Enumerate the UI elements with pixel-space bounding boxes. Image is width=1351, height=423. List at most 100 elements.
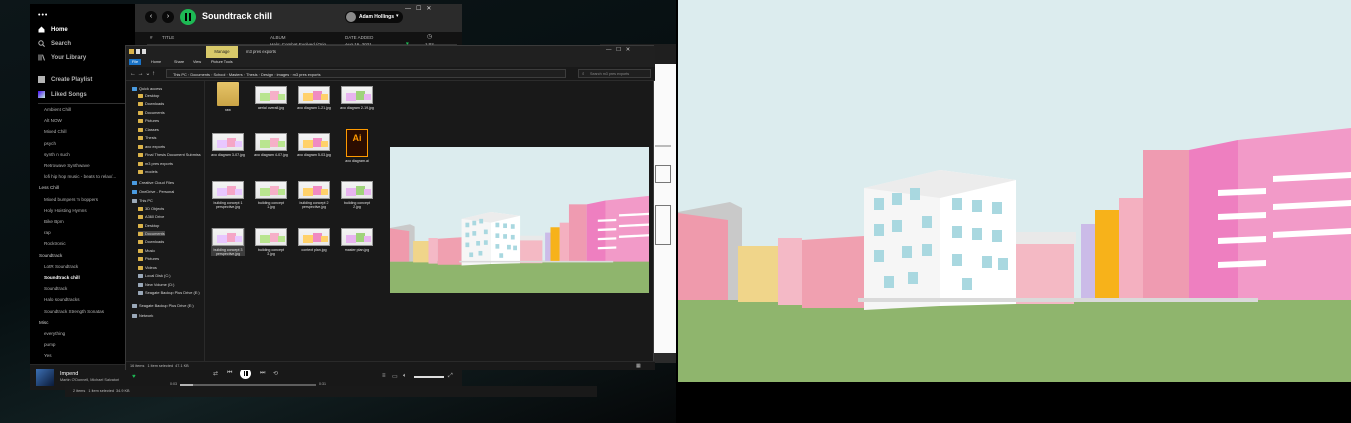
- nav-item[interactable]: Downloads: [138, 101, 164, 106]
- previous-icon[interactable]: ⏮: [227, 370, 232, 377]
- window-controls[interactable]: — ☐ ✕: [405, 5, 431, 12]
- playlist-item[interactable]: Halo soundtracks: [44, 297, 80, 302]
- playlist-item[interactable]: Soundtrack: [44, 286, 67, 291]
- nav-item[interactable]: Seagate Backup Plus Drive (E:): [138, 290, 200, 295]
- playlist-item[interactable]: rap: [44, 230, 51, 235]
- file-item[interactable]: context plan.jpg: [297, 228, 331, 252]
- ribbon-tab[interactable]: Home: [148, 59, 164, 65]
- nav-arrows[interactable]: ← → ⌄ ↑: [130, 70, 155, 77]
- breadcrumb-item[interactable]: This PC: [173, 72, 187, 77]
- playlist-item[interactable]: Soundtrack Strength Sonatas: [44, 309, 104, 314]
- quick-access-toolbar[interactable]: [129, 49, 153, 55]
- ribbon-tab[interactable]: File: [129, 59, 142, 65]
- back-button[interactable]: ‹: [145, 11, 157, 23]
- nav-item[interactable]: Classes: [138, 127, 159, 132]
- breadcrumb-item[interactable]: School: [213, 72, 225, 77]
- nav-item[interactable]: m3 pres exports: [138, 161, 173, 166]
- search-input[interactable]: ⌕ Search m3 pres exports: [578, 69, 651, 78]
- playlist-item[interactable]: Retrowave Synthwave: [44, 163, 90, 168]
- playlist-item[interactable]: psych: [44, 141, 56, 146]
- nav-library[interactable]: Your Library: [38, 54, 86, 61]
- playlist-item[interactable]: Rocktronic: [44, 241, 66, 246]
- user-menu[interactable]: Adam Hollings ▾: [345, 11, 403, 23]
- window-controls[interactable]: — ☐ ✕: [606, 47, 630, 53]
- breadcrumb-item[interactable]: m3 pres exports: [293, 72, 321, 77]
- now-playing-artist[interactable]: Martin O'Donnell, Michael Salvatori: [60, 378, 119, 382]
- nav-item[interactable]: This PC: [132, 198, 153, 203]
- file-item[interactable]: axo diagram 3-07.jpg: [211, 133, 245, 157]
- breadcrumb-item[interactable]: Design: [261, 72, 273, 77]
- file-item[interactable]: aerial overall.jpg: [254, 86, 288, 110]
- nav-item[interactable]: axo exports: [138, 144, 165, 149]
- devices-icon[interactable]: ▭: [392, 373, 398, 380]
- playlist-item[interactable]: pump: [44, 342, 56, 347]
- file-item[interactable]: building concept 1 perspective.jpg: [211, 181, 245, 209]
- playlist-item[interactable]: lofi hip hop music - beats to relax/...: [44, 174, 116, 179]
- volume-icon[interactable]: 🔈︎: [403, 373, 407, 380]
- nav-item[interactable]: A360 Drive: [138, 214, 164, 219]
- pause-button[interactable]: [180, 9, 196, 25]
- nav-item[interactable]: Pictures: [138, 256, 159, 261]
- playlist-item[interactable]: Alt NOW: [44, 118, 62, 123]
- breadcrumb-item[interactable]: Masters: [229, 72, 243, 77]
- playlist-folder[interactable]: Misc: [39, 320, 48, 325]
- file-item[interactable]: building concept 3.jpg: [254, 228, 288, 256]
- file-item[interactable]: building concept 3 perspective.jpg: [211, 228, 245, 257]
- nav-item[interactable]: 3D Objects: [138, 206, 164, 211]
- playlist-item[interactable]: Soundtrack chill: [44, 275, 80, 280]
- playlist-item[interactable]: Mixed bumpers 'n boppers: [44, 197, 98, 202]
- playlist-folder[interactable]: Less Chill: [39, 185, 59, 190]
- file-item[interactable]: raw: [211, 82, 245, 112]
- more-icon[interactable]: •••: [38, 12, 48, 19]
- heart-icon[interactable]: ♥: [132, 374, 136, 380]
- nav-item[interactable]: Seagate Backup Plus Drive (E:): [132, 303, 194, 308]
- now-playing-title[interactable]: Impend: [60, 371, 78, 377]
- fullscreen-icon[interactable]: ⤢: [448, 373, 453, 380]
- liked-songs[interactable]: Liked Songs: [38, 91, 87, 98]
- address-bar[interactable]: This PC › Documents › School › Masters ›…: [166, 69, 566, 78]
- nav-item[interactable]: Creative Cloud Files: [132, 180, 174, 185]
- create-playlist[interactable]: Create Playlist: [38, 76, 92, 83]
- nav-item[interactable]: Thesis: [138, 135, 156, 140]
- nav-item[interactable]: Documents: [138, 110, 165, 115]
- nav-item[interactable]: Quick access: [132, 86, 162, 91]
- shuffle-icon[interactable]: ⇄: [213, 370, 218, 377]
- nav-item[interactable]: Documents: [138, 231, 165, 236]
- nav-item[interactable]: Music: [138, 248, 155, 253]
- nav-item[interactable]: Final Thesis Document Submiss: [138, 152, 201, 157]
- playlist-item[interactable]: Bike Bpm: [44, 219, 64, 224]
- nav-item[interactable]: Local Disk (C:): [138, 273, 171, 278]
- queue-icon[interactable]: ≡: [382, 373, 386, 379]
- playlist-item[interactable]: Ambient Chill: [44, 107, 71, 112]
- playlist-item[interactable]: Mixed Chill: [44, 129, 66, 134]
- repeat-icon[interactable]: ⟲: [273, 370, 278, 377]
- ribbon-tab[interactable]: View: [190, 59, 204, 65]
- breadcrumb-item[interactable]: images: [277, 72, 290, 77]
- nav-item[interactable]: New Volume (D:): [138, 282, 174, 287]
- playlist-item[interactable]: synth n such: [44, 152, 70, 157]
- nav-item[interactable]: Videos: [138, 265, 157, 270]
- nav-item[interactable]: Downloads: [138, 239, 164, 244]
- file-item[interactable]: building concept 1.jpg: [254, 181, 288, 209]
- playlist-item[interactable]: Yes: [44, 353, 52, 358]
- file-item[interactable]: axo diagram 1-21.jpg: [297, 86, 331, 110]
- breadcrumb-item[interactable]: Thesis: [246, 72, 257, 77]
- manage-tab[interactable]: Manage: [206, 46, 238, 58]
- playlist-item[interactable]: everything: [44, 331, 65, 336]
- file-item[interactable]: building concept 2.jpg: [340, 181, 374, 209]
- nav-item[interactable]: Pictures: [138, 118, 159, 123]
- ribbon-tab[interactable]: Picture Tools: [208, 59, 236, 65]
- nav-item[interactable]: OneDrive - Personal: [132, 189, 174, 194]
- ribbon-tab[interactable]: Share: [171, 59, 187, 65]
- file-item[interactable]: building concept 2 perspective.jpg: [297, 181, 331, 209]
- view-toggle-icon[interactable]: ▦: [636, 363, 641, 369]
- volume-slider[interactable]: [414, 376, 444, 378]
- nav-home[interactable]: Home: [38, 26, 68, 33]
- file-item[interactable]: axo diagram 5-03.jpg: [297, 133, 331, 157]
- nav-search[interactable]: Search: [38, 40, 71, 47]
- playlist-item[interactable]: Holy Hoisting Hymns: [44, 208, 87, 213]
- nav-item[interactable]: Desktop: [138, 93, 159, 98]
- playlist-item[interactable]: LotR Soundtrack: [44, 264, 78, 269]
- nav-item[interactable]: Desktop: [138, 223, 159, 228]
- file-item[interactable]: Ai axo diagram.ai: [340, 129, 374, 163]
